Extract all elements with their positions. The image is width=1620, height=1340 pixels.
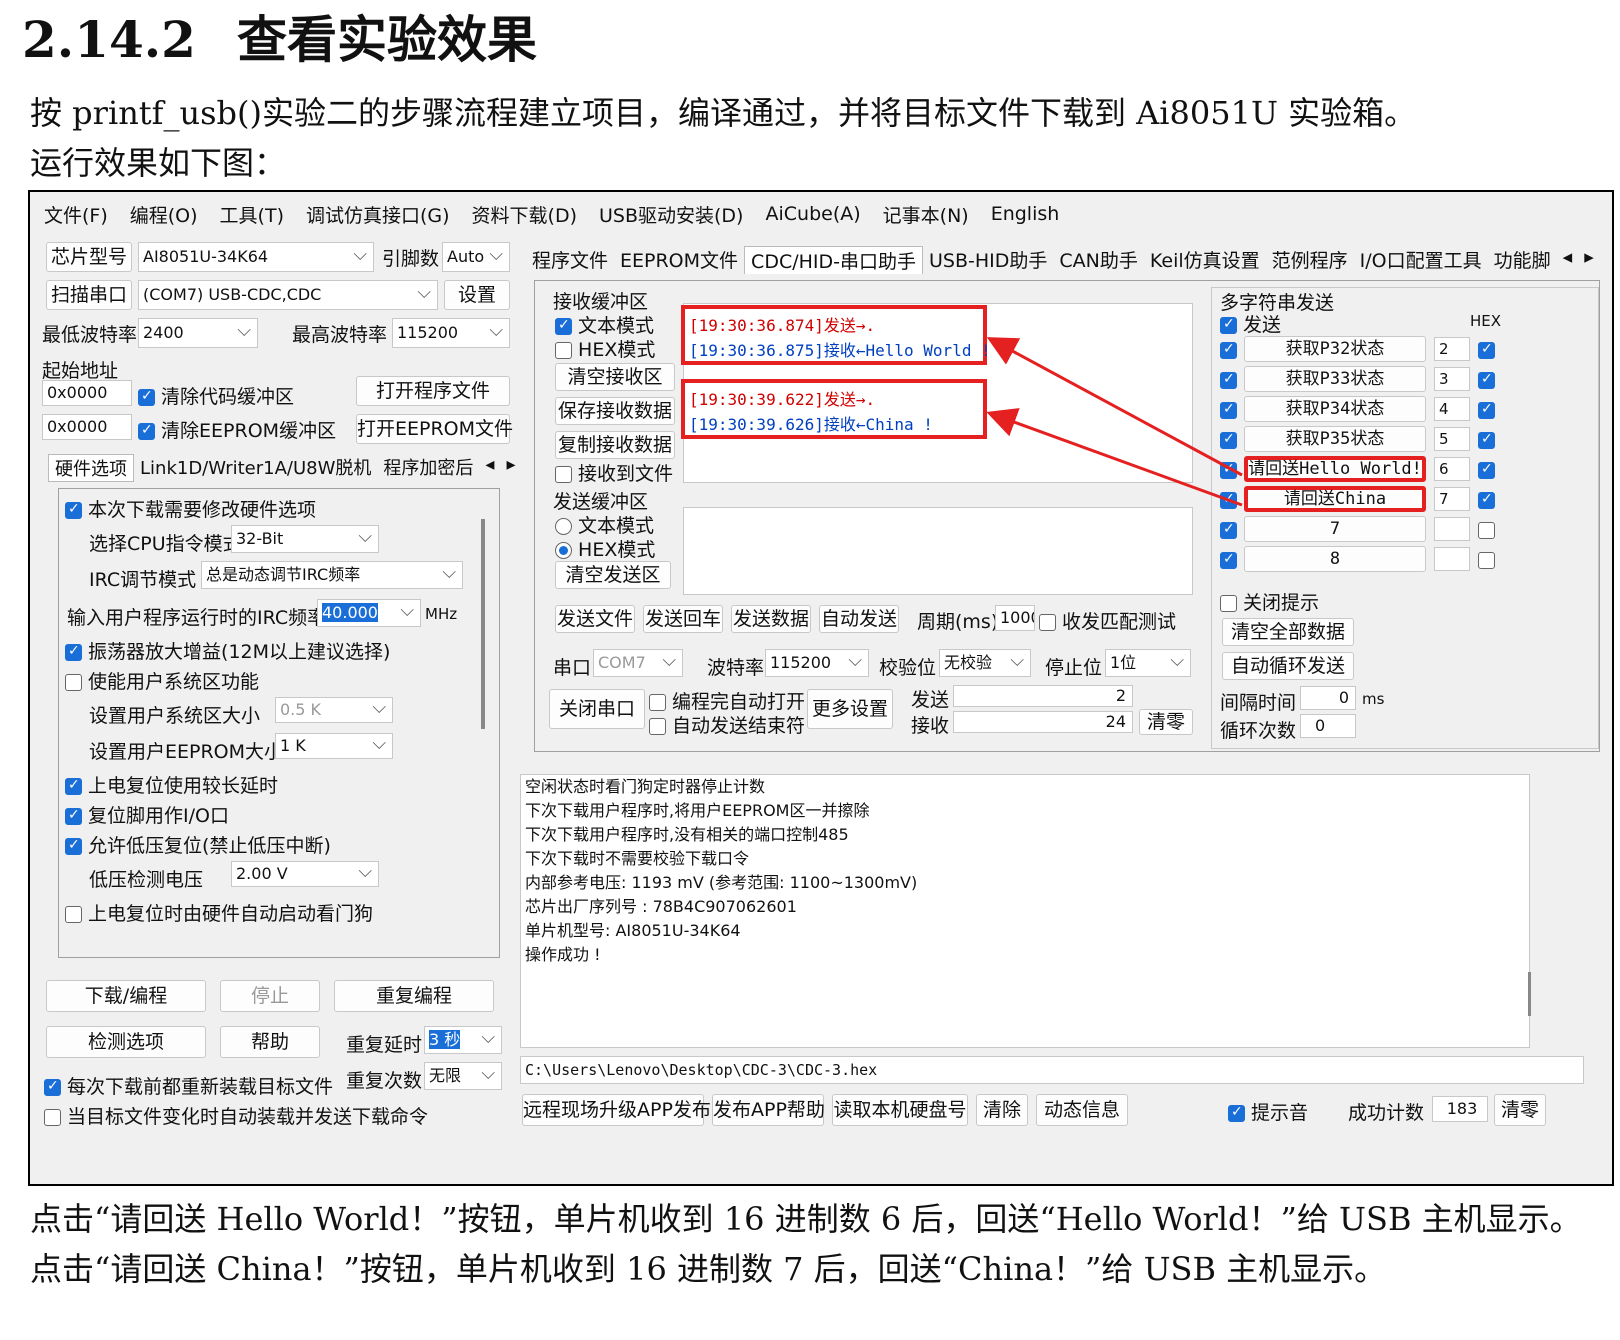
output-line: 操作成功 ! [525,945,601,964]
arrow-china [986,408,1243,507]
hex-file-path: C:\Users\Lenovo\Desktop\CDC-3\CDC-3.hex [520,1056,1584,1084]
section-title: 查看实验效果 [237,10,537,69]
section-heading: 2.14.2 查看实验效果 [22,0,537,72]
beep-checkbox[interactable] [1228,1104,1245,1122]
clear-output-button[interactable]: 清除 [976,1094,1028,1126]
outro-line-2: 点击“请回送 China！”按钮，单片机收到 16 进制数 7 后，回送“Chi… [30,1250,1387,1288]
intro-line-1: 按 printf_usb()实验二的步骤流程建立项目，编译通过，并将目标文件下载… [30,94,1417,132]
section-number: 2.14.2 [22,10,196,69]
intro-line-2: 运行效果如下图： [30,144,287,182]
read-disk-button[interactable]: 读取本机硬盘号 [832,1094,968,1126]
remote-app-button[interactable]: 远程现场升级APP发布 [522,1094,711,1126]
output-line: 内部参考电压: 1193 mV (参考范围: 1100~1300mV) [525,873,918,892]
output-line: 芯片出厂序列号 : 78B4C907062601 [525,897,797,916]
reset-success-button[interactable]: 清零 [1494,1094,1546,1126]
output-log[interactable]: 空闲状态时看门狗定时器停止计数 下次下载用户程序时,将用户EEPROM区一并擦除… [520,774,1530,1048]
success-count-value: 183 [1432,1096,1488,1122]
success-count-label: 成功计数 [1348,1102,1425,1124]
output-line: 单片机型号: AI8051U-34K64 [525,921,741,940]
output-line: 下次下载用户程序时,没有相关的端口控制485 [525,825,849,844]
dynamic-info-button[interactable]: 动态信息 [1036,1094,1128,1126]
beep-option[interactable]: 提示音 [1228,1098,1308,1125]
outro-line-1: 点击“请回送 Hello World！”按钮，单片机收到 16 进制数 6 后，… [30,1200,1582,1238]
output-line: 下次下载时不需要校验下载口令 [525,849,750,868]
isp-window: 文件(F) 编程(O) 工具(T) 调试仿真接口(G) 资料下载(D) USB驱… [28,190,1614,1186]
output-line: 空闲状态时看门狗定时器停止计数 [525,777,766,796]
output-scrollbar[interactable] [1528,972,1531,1016]
beep-label: 提示音 [1251,1102,1309,1124]
output-line: 下次下载用户程序时,将用户EEPROM区一并擦除 [525,801,870,820]
arrow-hello-world [986,337,1243,477]
app-help-button[interactable]: 发布APP帮助 [712,1094,825,1126]
